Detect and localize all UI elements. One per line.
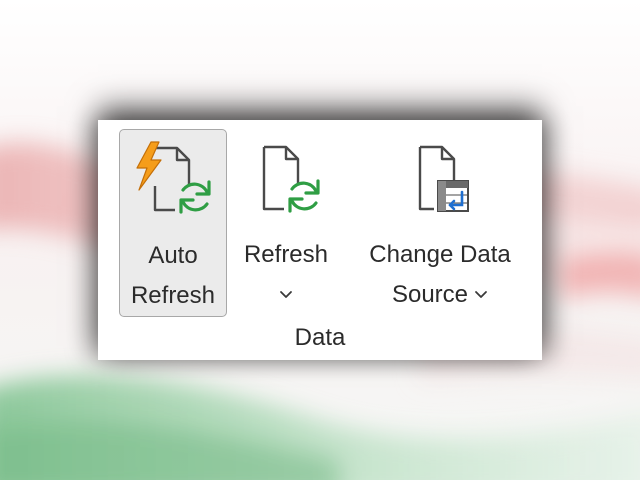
change-data-source-label-line2: Source: [391, 281, 469, 308]
auto-refresh-label-line1: Auto: [148, 242, 198, 269]
refresh-label: Refresh: [243, 241, 329, 268]
change-data-source-button[interactable]: Change Data Source: [350, 129, 530, 317]
change-data-source-label-line1: Change Data: [369, 241, 511, 268]
chevron-down-icon: [475, 291, 487, 298]
chevron-down-icon: [280, 291, 292, 298]
document-refresh-icon: [262, 145, 320, 213]
lightning-document-refresh-icon: [136, 141, 211, 214]
auto-refresh-label-line2: Refresh: [130, 282, 216, 309]
change-data-source-dropdown[interactable]: Source: [392, 275, 488, 315]
refresh-dropdown[interactable]: [279, 275, 293, 315]
document-table-icon: [418, 145, 469, 212]
refresh-button[interactable]: Refresh: [234, 129, 338, 317]
auto-refresh-button[interactable]: Auto Refresh: [119, 129, 227, 317]
ribbon-data-group: Auto Refresh Refresh Change Data Source …: [98, 120, 542, 360]
group-label-data: Data: [294, 324, 346, 351]
